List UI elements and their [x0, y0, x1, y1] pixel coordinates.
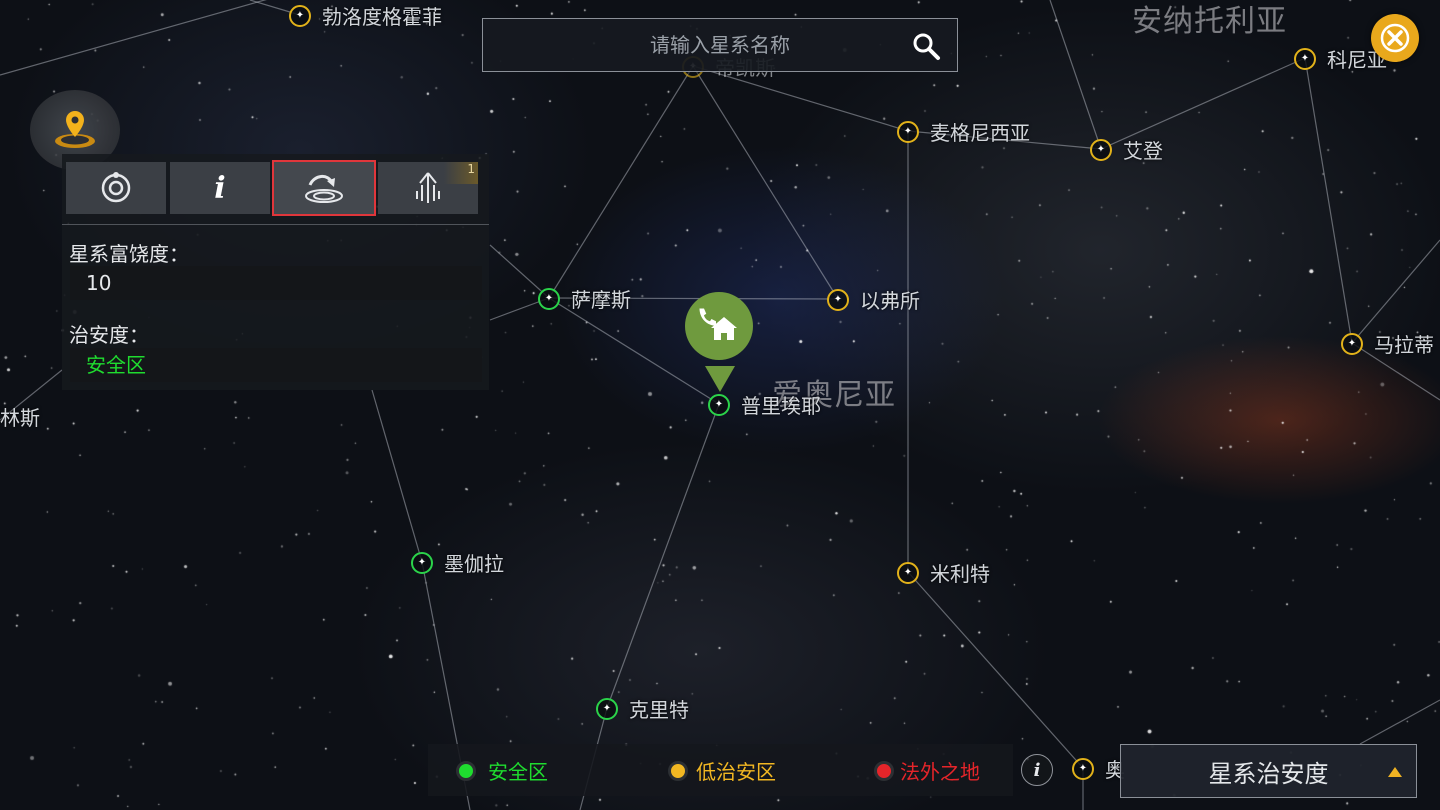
- tab-jump[interactable]: [272, 160, 376, 216]
- system-label: 普里埃耶: [741, 394, 821, 418]
- route-line: [692, 65, 839, 300]
- system-pulieyena[interactable]: ✦ 普里埃耶: [705, 390, 821, 419]
- route-line: [907, 571, 1084, 769]
- system-node-icon: ✦: [827, 288, 849, 311]
- dropdown-selected-label: 星系治安度: [1208, 759, 1329, 788]
- system-node-icon: ✦: [708, 393, 730, 416]
- route-badge: 1: [444, 162, 478, 184]
- route-line: [1304, 57, 1353, 344]
- location-pin-icon: [55, 111, 95, 148]
- security-value: 安全区: [70, 348, 482, 382]
- region-label-anatolia: 安纳托利亚: [1132, 4, 1287, 39]
- system-label: 克里特: [629, 698, 689, 722]
- legend-low-label: 低治安区: [696, 760, 776, 784]
- system-label: 艾登: [1123, 139, 1163, 163]
- system-info-panel: i 1 星系富饶度： 10 治安度： 安全区: [62, 154, 489, 390]
- legend-lawless: 法外之地: [874, 756, 980, 785]
- panel-divider: [62, 224, 489, 225]
- tab-route[interactable]: 1: [378, 162, 478, 214]
- system-label: 麦格尼西亚: [930, 121, 1030, 145]
- system-samosi[interactable]: ✦ 萨摩斯: [535, 284, 631, 313]
- security-label: 治安度：: [69, 323, 149, 347]
- route-icon: [416, 172, 440, 203]
- system-malati[interactable]: ✦ 马拉蒂: [1338, 329, 1434, 358]
- tab-info[interactable]: i: [170, 162, 270, 214]
- system-mojiala[interactable]: ✦ 墨伽拉: [408, 548, 504, 577]
- legend-safe-label: 安全区: [488, 760, 548, 784]
- richness-value: 10: [70, 266, 482, 300]
- route-line: [1359, 699, 1440, 745]
- caret-up-icon: [1388, 767, 1402, 777]
- system-label: 马拉蒂: [1374, 333, 1434, 357]
- safe-dot-icon: [456, 760, 476, 781]
- legend-low: 低治安区: [668, 756, 776, 785]
- route-line: [1049, 0, 1102, 150]
- system-node-icon: ✦: [538, 287, 560, 310]
- low-dot-icon: [668, 760, 688, 781]
- system-node-icon: ✦: [1341, 332, 1363, 355]
- legend-info-button[interactable]: i: [1021, 754, 1053, 786]
- system-boloduogehuofei[interactable]: ✦ 勃洛度格霍菲: [286, 1, 442, 30]
- route-line: [548, 65, 694, 299]
- panel-tabs: i 1: [66, 160, 478, 216]
- system-label: 以弗所: [860, 289, 920, 313]
- system-node-icon: ✦: [897, 561, 919, 584]
- route-line: [1351, 239, 1440, 344]
- system-node-icon: ✦: [1090, 138, 1112, 161]
- system-partial-bottom[interactable]: ✦ 奥: [1069, 754, 1125, 783]
- system-label: 勃洛度格霍菲: [322, 5, 442, 29]
- map-mode-dropdown[interactable]: 星系治安度: [1120, 744, 1417, 798]
- search-input[interactable]: [568, 32, 872, 58]
- system-label: 萨摩斯: [571, 288, 631, 312]
- system-label: 米利特: [930, 562, 990, 586]
- route-line: [371, 389, 423, 563]
- system-label: 柯林斯: [0, 406, 40, 430]
- system-node-icon: ✦: [897, 120, 919, 143]
- legend-lawless-label: 法外之地: [900, 760, 980, 784]
- legend-safe: 安全区: [456, 756, 548, 785]
- system-node-icon: ✦: [596, 697, 618, 720]
- system-maigenixiya[interactable]: ✦ 麦格尼西亚: [894, 117, 1030, 146]
- home-marker-pointer: [705, 366, 735, 392]
- home-icon: [699, 308, 737, 340]
- jump-icon: [305, 175, 343, 203]
- system-node-icon: ✦: [411, 551, 433, 574]
- system-kelite[interactable]: ✦ 克里特: [593, 694, 689, 723]
- system-node-icon: ✦: [1294, 47, 1316, 70]
- info-icon: i: [1033, 759, 1041, 781]
- close-button[interactable]: [1371, 14, 1419, 62]
- richness-label: 星系富饶度：: [69, 242, 189, 266]
- close-icon: [1380, 23, 1410, 53]
- system-kelinsi[interactable]: 柯林斯: [0, 402, 40, 431]
- info-icon: i: [214, 170, 226, 206]
- search-bar[interactable]: [482, 18, 958, 72]
- system-milite[interactable]: ✦ 米利特: [894, 558, 990, 587]
- system-label: 墨伽拉: [444, 552, 504, 576]
- home-location-marker[interactable]: [685, 292, 753, 360]
- system-yifusuo[interactable]: ✦ 以弗所: [824, 285, 920, 314]
- tab-orbit[interactable]: [66, 162, 166, 214]
- search-icon[interactable]: [911, 31, 941, 61]
- lawless-dot-icon: [874, 760, 894, 781]
- system-node-icon: ✦: [289, 4, 311, 27]
- route-line: [606, 403, 720, 709]
- route-line: [0, 0, 267, 76]
- system-aideng[interactable]: ✦ 艾登: [1087, 135, 1163, 164]
- orbit-icon: [101, 172, 131, 203]
- system-node-icon: ✦: [1072, 757, 1094, 780]
- security-legend: 安全区 低治安区 法外之地: [428, 744, 1013, 796]
